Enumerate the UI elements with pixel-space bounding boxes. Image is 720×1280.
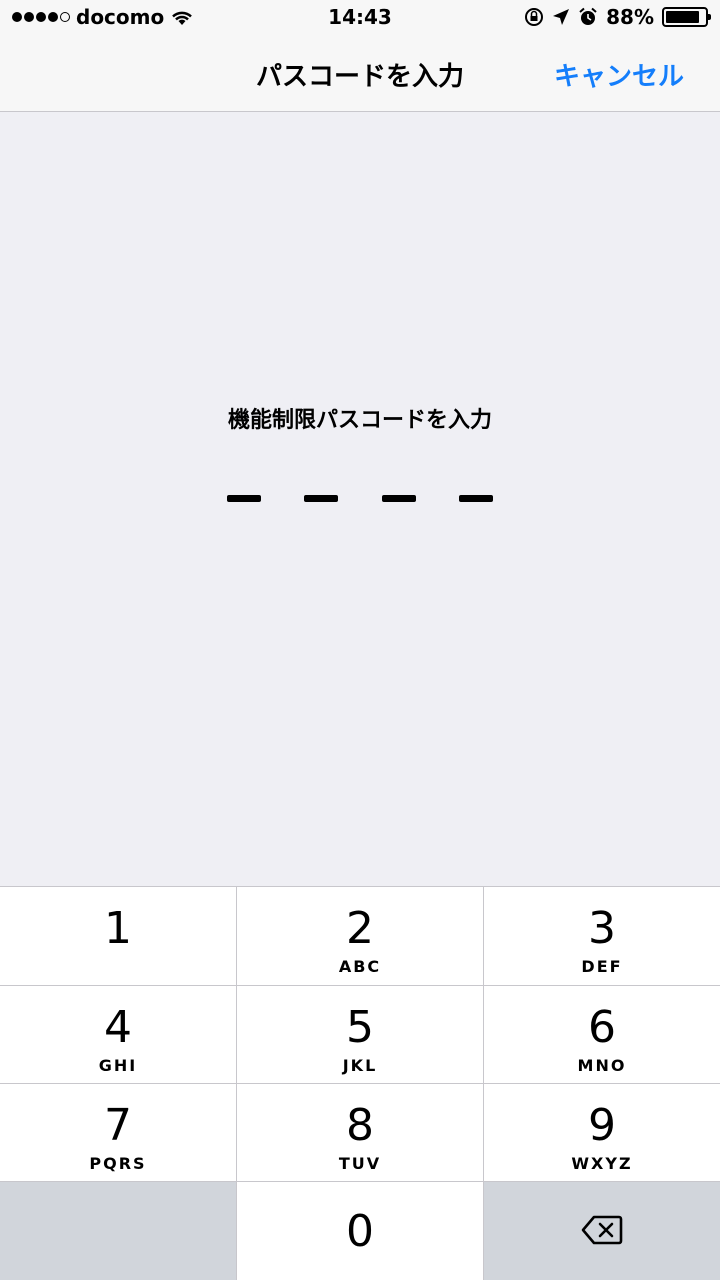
key-letters: DEF [581, 957, 623, 976]
key-digit: 0 [346, 1206, 374, 1257]
passcode-entry-indicator [0, 495, 720, 503]
key-letters: MNO [577, 1056, 627, 1075]
key-letters: WXYZ [571, 1154, 633, 1173]
battery-icon [662, 7, 711, 27]
battery-fill [666, 11, 700, 23]
key-blank [0, 1181, 237, 1280]
rotation-lock-icon [525, 8, 544, 26]
key-digit: 3 [588, 903, 616, 954]
key-letters: ABC [338, 957, 382, 976]
cancel-button[interactable]: キャンセル [554, 56, 684, 93]
key-7[interactable]: 7 PQRS [0, 1083, 237, 1181]
backspace-icon [581, 1215, 623, 1245]
key-letters: GHI [98, 1056, 138, 1075]
key-digit: 2 [346, 903, 374, 954]
key-0[interactable]: 0 [237, 1181, 484, 1280]
key-digit: 8 [346, 1100, 374, 1151]
key-2[interactable]: 2 ABC [237, 886, 484, 985]
key-1[interactable]: 1 [0, 886, 237, 985]
delete-button[interactable] [484, 1181, 720, 1280]
location-icon [553, 9, 570, 25]
key-letters: PQRS [89, 1154, 147, 1173]
key-digit: 7 [104, 1100, 132, 1151]
passcode-dash [227, 495, 261, 502]
key-9[interactable]: 9 WXYZ [484, 1083, 720, 1181]
alarm-icon [579, 7, 597, 25]
key-digit: 9 [588, 1100, 616, 1151]
key-digit: 4 [104, 1002, 132, 1053]
key-digit: 5 [346, 1002, 374, 1053]
key-digit: 1 [104, 903, 132, 954]
key-4[interactable]: 4 GHI [0, 985, 237, 1083]
numeric-keypad: 1 2 ABC 3 DEF 4 GHI 5 JKL 6 MNO 7 PQRS 8 TUV 9 WXYZ 0 [0, 886, 720, 1280]
passcode-dash [304, 495, 338, 502]
key-digit: 6 [588, 1002, 616, 1053]
navigation-bar: パスコードを入力 キャンセル [0, 36, 720, 112]
key-5[interactable]: 5 JKL [237, 985, 484, 1083]
passcode-dash [459, 495, 493, 502]
passcode-prompt: 機能制限パスコードを入力 [227, 408, 492, 433]
key-8[interactable]: 8 TUV [237, 1083, 484, 1181]
status-bar: docomo 14:43 88% [0, 0, 720, 36]
passcode-dash [382, 495, 416, 502]
battery-percent: 88% [606, 5, 654, 29]
key-3[interactable]: 3 DEF [484, 886, 720, 985]
status-right: 88% [524, 5, 711, 29]
key-6[interactable]: 6 MNO [484, 985, 720, 1083]
key-letters: JKL [342, 1056, 378, 1075]
key-letters: TUV [338, 1154, 382, 1173]
